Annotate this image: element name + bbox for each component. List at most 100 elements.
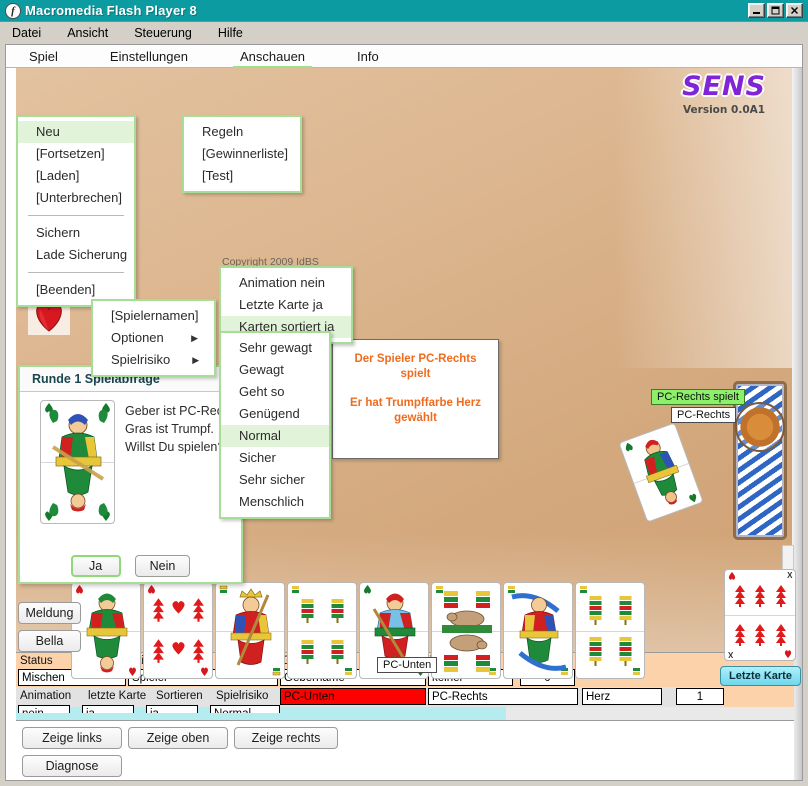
- chevron-right-icon-2: ▶: [192, 355, 200, 365]
- risk-normal[interactable]: Normal: [221, 425, 329, 447]
- flash-icon: f: [5, 2, 21, 19]
- window-title: Macromedia Flash Player 8: [25, 3, 197, 18]
- meldung-button[interactable]: Meldung: [18, 602, 81, 624]
- game-menubar: Spiel Einstellungen Anschauen Info: [6, 45, 802, 70]
- option-animation[interactable]: Animation nein: [221, 272, 351, 294]
- field-active-player-highlight[interactable]: PC-Unten: [280, 688, 426, 705]
- menu-item-sichern[interactable]: Sichern: [18, 222, 134, 244]
- hand-card-1-pips: [148, 589, 208, 672]
- menu-einstellungen-dropdown: [Spielernamen] Optionen ▶ Spielrisiko ▶: [91, 299, 216, 377]
- label-animation: Animation: [20, 690, 72, 702]
- menu-item-spielernamen[interactable]: [Spielernamen]: [93, 305, 214, 327]
- game-message-box: Der Spieler PC-Rechts spielt Er hat Trum…: [332, 339, 499, 459]
- dialog-buttons: Ja Nein: [20, 555, 241, 577]
- risk-gewagt[interactable]: Gewagt: [221, 359, 329, 381]
- chevron-right-icon: ▶: [191, 333, 198, 343]
- option-letzte-karte[interactable]: Letzte Karte ja: [221, 294, 351, 316]
- label-sortieren: Sortieren: [156, 690, 203, 702]
- menu-spiel-dropdown: Neu [Fortsetzen] [Laden] [Unterbrechen] …: [16, 115, 136, 307]
- tab-spiel[interactable]: Spiel: [26, 48, 61, 65]
- field-geber-name[interactable]: PC-Rechts: [428, 688, 578, 705]
- menu-ansicht[interactable]: Ansicht: [65, 25, 110, 41]
- menu-item-spielrisiko-label: Spielrisiko: [111, 352, 171, 367]
- message-line-1: Der Spieler PC-Rechts spielt: [354, 353, 477, 380]
- hand-card-7-pips: [580, 589, 640, 672]
- hand-card-5[interactable]: [431, 582, 501, 679]
- zeige-rechts-button[interactable]: Zeige rechts: [234, 727, 338, 749]
- version-text: Version 0.0A1: [682, 104, 766, 116]
- menu-item-test[interactable]: [Test]: [184, 165, 300, 187]
- flash-stage: Spiel Einstellungen Anschauen Info SENS …: [5, 44, 803, 781]
- hand-card-0[interactable]: [71, 582, 141, 679]
- last-card-panel: X X Letzte Karte: [720, 565, 801, 686]
- window-titlebar: f Macromedia Flash Player 8: [0, 0, 808, 22]
- tab-info[interactable]: Info: [354, 48, 382, 65]
- flash-player-window: f Macromedia Flash Player 8 Datei Ansich…: [0, 0, 808, 786]
- player-action-buttons: Meldung Bella: [18, 602, 81, 658]
- dialog-body: Geber ist PC-Rechts Gras ist Trumpf. Wil…: [20, 392, 241, 552]
- menu-item-spielernamen-label: [Spielernamen]: [111, 308, 199, 323]
- menu-anschauen-dropdown: Regeln [Gewinnerliste] [Test]: [182, 115, 302, 193]
- hand-card-7[interactable]: [575, 582, 645, 679]
- bottom-player-name: PC-Unten: [377, 657, 438, 673]
- maximize-icon[interactable]: [767, 3, 784, 18]
- last-card-pips: [729, 576, 791, 654]
- menu-separator-1: [28, 215, 124, 216]
- menu-item-regeln[interactable]: Regeln: [184, 121, 300, 143]
- hand-card-3-pips: [292, 589, 352, 672]
- menu-item-unterbrechen[interactable]: [Unterbrechen]: [18, 187, 134, 209]
- submenu-spielrisiko: Sehr gewagt Gewagt Geht so Genügend Norm…: [219, 331, 331, 519]
- message-line-2: Er hat Trumpffarbe Herz gewählt: [350, 397, 481, 424]
- zeige-oben-button[interactable]: Zeige oben: [128, 727, 228, 749]
- letzte-karte-button[interactable]: Letzte Karte: [720, 666, 801, 686]
- window-controls: [748, 3, 805, 18]
- hand-card-1[interactable]: [143, 582, 213, 679]
- sens-logo: SENS Version 0.0A1: [682, 71, 766, 116]
- risk-sicher[interactable]: Sicher: [221, 447, 329, 469]
- active-player-badge: PC-Rechts spielt: [651, 389, 745, 405]
- last-card[interactable]: X X: [724, 569, 797, 661]
- application-menubar: Datei Ansicht Steuerung Hilfe: [0, 22, 808, 44]
- risk-sehr-sicher[interactable]: Sehr sicher: [221, 469, 329, 491]
- label-letzte-karte: letzte Karte: [88, 690, 147, 702]
- status-band-row2-right: [724, 687, 794, 707]
- ja-button[interactable]: Ja: [70, 555, 121, 577]
- menu-datei[interactable]: Datei: [10, 25, 43, 41]
- menu-item-optionen-label: Optionen: [111, 330, 164, 345]
- risk-menschlich[interactable]: Menschlich: [221, 491, 329, 513]
- menu-steuerung[interactable]: Steuerung: [132, 25, 194, 41]
- bella-button[interactable]: Bella: [18, 630, 81, 652]
- menu-item-gewinnerliste[interactable]: [Gewinnerliste]: [184, 143, 300, 165]
- field-trumpf-value[interactable]: Herz: [582, 688, 662, 705]
- risk-sehr-gewagt[interactable]: Sehr gewagt: [221, 337, 329, 359]
- right-player-name: PC-Rechts: [671, 407, 737, 423]
- minimize-icon[interactable]: [748, 3, 765, 18]
- player-hand: [71, 582, 645, 679]
- spielabfrage-dialog: Runde 1 Spielabfrage Geber ist PC-Rechts…: [18, 365, 243, 584]
- label-spielrisiko: Spielrisiko: [216, 690, 269, 702]
- menu-item-beenden[interactable]: [Beenden]: [18, 279, 134, 301]
- menu-item-neu[interactable]: Neu: [18, 121, 134, 143]
- nein-button[interactable]: Nein: [134, 555, 191, 577]
- menu-item-laden[interactable]: [Laden]: [18, 165, 134, 187]
- hand-card-6[interactable]: [503, 582, 573, 679]
- menu-item-lade-sicherung[interactable]: Lade Sicherung: [18, 244, 134, 266]
- hand-card-2[interactable]: [215, 582, 285, 679]
- logo-text: SENS: [682, 71, 766, 102]
- tab-anschauen[interactable]: Anschauen: [232, 48, 313, 70]
- debug-button-panel: Zeige links Zeige oben Zeige rechts Diag…: [16, 720, 794, 780]
- menu-hilfe[interactable]: Hilfe: [216, 25, 245, 41]
- tab-einstellungen[interactable]: Einstellungen: [107, 48, 191, 65]
- menu-item-optionen[interactable]: Optionen ▶: [93, 327, 214, 349]
- hand-card-3[interactable]: [287, 582, 357, 679]
- risk-geht-so[interactable]: Geht so: [221, 381, 329, 403]
- close-icon[interactable]: [786, 3, 803, 18]
- field-runde-value[interactable]: 1: [676, 688, 724, 705]
- zeige-links-button[interactable]: Zeige links: [22, 727, 122, 749]
- risk-genuegend[interactable]: Genügend: [221, 403, 329, 425]
- menu-item-fortsetzen[interactable]: [Fortsetzen]: [18, 143, 134, 165]
- dialog-card: [40, 400, 115, 524]
- diagnose-button[interactable]: Diagnose: [22, 755, 122, 777]
- menu-separator-2: [28, 272, 124, 273]
- menu-item-spielrisiko[interactable]: Spielrisiko ▶: [93, 349, 214, 371]
